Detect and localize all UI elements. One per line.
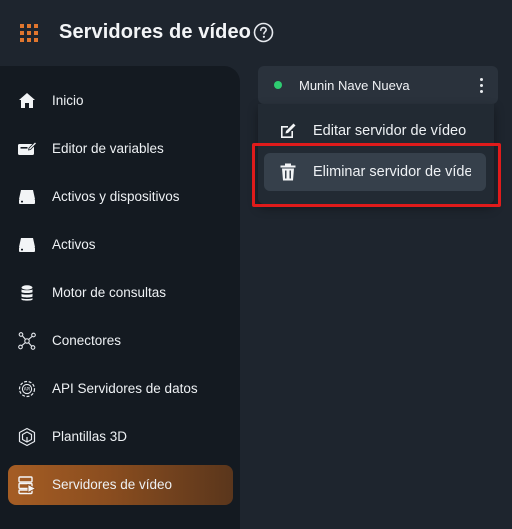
page-title: Servidores de vídeo <box>59 21 251 43</box>
network-icon <box>18 332 36 350</box>
sidebar-item-activos[interactable]: Activos <box>8 225 233 265</box>
database-icon <box>21 285 33 301</box>
more-options-icon[interactable] <box>476 76 486 94</box>
sidebar-item-label: Plantillas 3D <box>52 429 128 444</box>
sidebar-item-label: Editor de variables <box>52 141 164 156</box>
edit-variables-icon <box>18 141 37 155</box>
sidebar-item-label: Inicio <box>52 93 84 108</box>
sidebar-item-activos-y-dispositivos[interactable]: Activos y dispositivos <box>8 177 233 217</box>
video-server-card[interactable]: Munin Nave Nueva <box>258 66 498 104</box>
sidebar-item-api-servidores-de-datos[interactable]: API API Servidores de datos <box>8 369 233 409</box>
sidebar-item-inicio[interactable]: Inicio <box>8 81 233 121</box>
sidebar-item-label: Activos <box>52 237 96 252</box>
trash-icon <box>280 163 296 181</box>
context-menu: Editar servidor de vídeo Eliminar servid… <box>258 104 494 204</box>
sidebar-item-servidores-de-video[interactable]: Servidores de vídeo <box>8 465 233 505</box>
app: Servidores de vídeo Inicio Editor de var… <box>0 0 512 529</box>
delete-server-label: Eliminar servidor de vídeo <box>313 164 471 180</box>
sidebar-item-label: Motor de consultas <box>52 285 167 300</box>
server-name: Munin Nave Nueva <box>299 78 410 93</box>
sidebar-item-motor-de-consultas[interactable]: Motor de consultas <box>8 273 233 313</box>
api-gear-icon: API <box>18 380 36 398</box>
drive-icon <box>19 190 35 204</box>
sidebar-item-label: Activos y dispositivos <box>52 189 180 204</box>
sidebar-item-label: Servidores de vídeo <box>52 477 173 492</box>
drive-icon <box>19 238 35 252</box>
sidebar-item-editor-de-variables[interactable]: Editor de variables <box>8 129 233 169</box>
delete-server-menu-item[interactable]: Eliminar servidor de vídeo <box>264 153 486 191</box>
status-indicator <box>274 81 282 89</box>
edit-server-label: Editar servidor de vídeo <box>313 123 467 139</box>
sidebar-item-plantillas-3d[interactable]: Plantillas 3D <box>8 417 233 457</box>
video-server-icon <box>18 476 37 495</box>
help-circle-icon[interactable] <box>253 22 274 43</box>
header: Servidores de vídeo <box>0 0 512 66</box>
svg-text:API: API <box>24 387 31 392</box>
home-icon <box>19 93 35 108</box>
sidebar-item-conectores[interactable]: Conectores <box>8 321 233 361</box>
edit-icon <box>281 123 296 138</box>
sidebar-item-label: Conectores <box>52 333 122 348</box>
sidebar-item-label: API Servidores de datos <box>52 381 198 396</box>
edit-server-menu-item[interactable]: Editar servidor de vídeo <box>264 112 486 150</box>
sidebar: Inicio Editor de variables Activos y dis… <box>0 66 240 529</box>
cube-icon <box>18 427 36 447</box>
grid-icon[interactable] <box>20 24 38 42</box>
